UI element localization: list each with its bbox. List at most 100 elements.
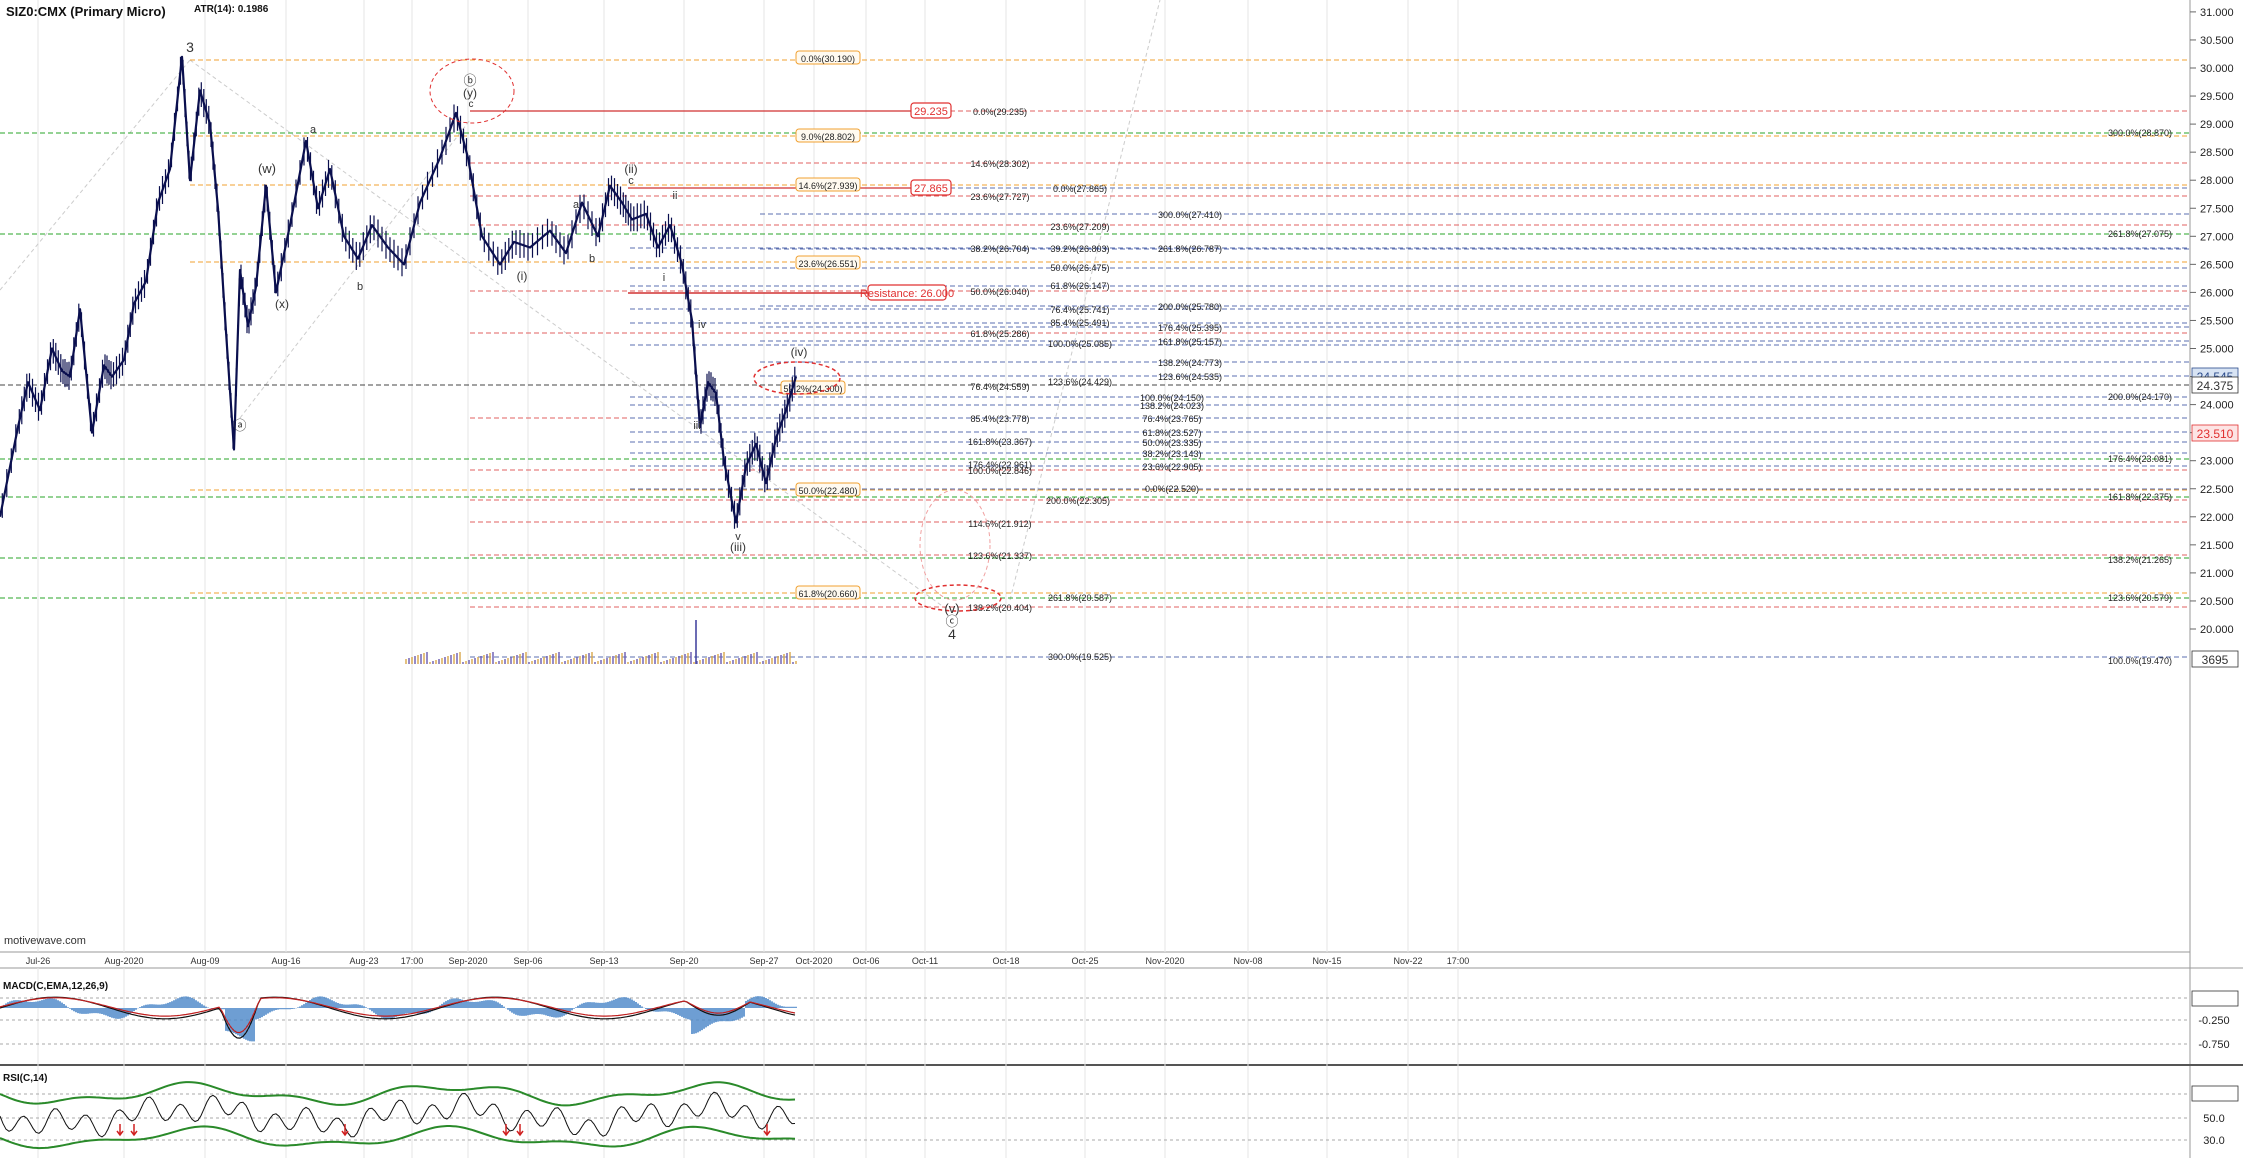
fib-label: 138.2%(24.023) bbox=[1140, 401, 1204, 411]
volume-bar bbox=[702, 659, 704, 664]
rsi-tick-label: 30.0 bbox=[2203, 1135, 2224, 1147]
volume-bar bbox=[498, 661, 500, 664]
volume-bar bbox=[795, 661, 797, 664]
chart-canvas[interactable]: 0.0%(30.190) 9.0%(28.802) 14.6%(27.939) 23.… bbox=[0, 0, 2243, 1158]
volume-bar bbox=[576, 657, 578, 664]
volume-bar bbox=[513, 656, 515, 664]
x-tick-label: Nov-2020 bbox=[1145, 956, 1184, 966]
x-tick-label: Sep-27 bbox=[749, 956, 778, 966]
atr-label: ATR(14): 0.1986 bbox=[194, 4, 269, 15]
y-tick-label: 21.000 bbox=[2200, 568, 2234, 580]
volume-bar bbox=[486, 654, 488, 664]
fib-label: 176.4%(23.081) bbox=[2108, 454, 2172, 464]
fib-label: 114.6%(21.912) bbox=[968, 519, 1031, 529]
volume-bar bbox=[456, 653, 458, 664]
fib-label: 50.0%(26.040) bbox=[970, 287, 1029, 297]
y-tick-label: 29.000 bbox=[2200, 119, 2234, 131]
wave-label: ii bbox=[673, 190, 678, 202]
y-tick-label: 25.500 bbox=[2200, 315, 2234, 327]
wave-label: (w) bbox=[258, 161, 276, 176]
fib-label: 0.0%(22.520) bbox=[1145, 484, 1199, 494]
y-tick-label: 31.000 bbox=[2200, 7, 2234, 19]
volume-bar bbox=[453, 654, 455, 664]
wave-label: (y) bbox=[463, 86, 477, 100]
watermark: motivewave.com bbox=[4, 935, 86, 947]
wave-label: i bbox=[663, 272, 665, 284]
y-tick-label: 23.000 bbox=[2200, 456, 2234, 468]
chart-title: SIZ0:CMX (Primary Micro) bbox=[6, 4, 166, 19]
x-tick-label: Oct-11 bbox=[912, 956, 938, 966]
volume-bar bbox=[639, 658, 641, 664]
price-tag-label: 3695 bbox=[2202, 653, 2229, 667]
volume-bar bbox=[792, 662, 794, 664]
volume-bar bbox=[687, 653, 689, 664]
volume-bar bbox=[549, 655, 551, 664]
volume-bar bbox=[684, 654, 686, 664]
x-tick-label: Aug-16 bbox=[271, 956, 300, 966]
fib-label: 176.4%(25.395) bbox=[1158, 323, 1222, 333]
macd-tick-label: -0.250 bbox=[2198, 1015, 2229, 1027]
fib-label: 200.0%(25.780) bbox=[1158, 302, 1222, 312]
fib-label: 123.6%(20.579) bbox=[2108, 593, 2172, 603]
volume-bar bbox=[657, 652, 659, 664]
volume-bar bbox=[780, 655, 782, 664]
fib-label: 300.0%(27.410) bbox=[1158, 210, 1222, 220]
wave-label: a bbox=[310, 124, 317, 136]
volume-bar bbox=[462, 662, 464, 664]
volume-bar bbox=[759, 662, 761, 664]
fib-label: 261.8%(26.787) bbox=[1158, 244, 1222, 254]
rsi-title: RSI(C,14) bbox=[3, 1073, 47, 1084]
volume-bar bbox=[564, 661, 566, 664]
macd-tick-label: -0.750 bbox=[2198, 1039, 2229, 1051]
volume-bar bbox=[423, 653, 425, 664]
rsi-value-tag bbox=[2191, 1085, 2239, 1102]
volume-bar bbox=[585, 654, 587, 664]
volume-bar bbox=[726, 662, 728, 664]
volume-bar bbox=[618, 654, 620, 664]
fib-label: 39.2%(26.803) bbox=[1050, 244, 1109, 254]
volume-bar bbox=[450, 655, 452, 664]
fib-label: 61.8%(25.286) bbox=[970, 329, 1029, 339]
wave-label: iv bbox=[698, 319, 706, 331]
volume-bar bbox=[465, 661, 467, 664]
volume-bar bbox=[546, 656, 548, 664]
volume-bar bbox=[621, 653, 623, 664]
fib-label: 85.4%(23.778) bbox=[970, 414, 1029, 424]
fib-label: 138.2%(20.404) bbox=[968, 603, 1032, 613]
fib-label: 261.8%(20.587) bbox=[1048, 593, 1112, 603]
wave-label: 3 bbox=[186, 39, 194, 55]
volume-bar bbox=[765, 660, 767, 664]
volume-bar bbox=[708, 657, 710, 664]
fib-label: 100.0%(22.846) bbox=[968, 466, 1032, 476]
y-tick-label: 28.500 bbox=[2200, 147, 2234, 159]
volume-bar bbox=[531, 661, 533, 664]
y-tick-label: 30.000 bbox=[2200, 63, 2234, 75]
price-badge-label: Resistance: 26.000 bbox=[860, 288, 954, 300]
volume-bar bbox=[747, 655, 749, 664]
volume-bar bbox=[705, 658, 707, 664]
volume-bar bbox=[480, 656, 482, 664]
volume-bar bbox=[414, 656, 416, 664]
fib-label: 138.2%(24.773) bbox=[1158, 358, 1222, 368]
volume-bar bbox=[723, 652, 725, 664]
x-tick-label: Sep-06 bbox=[513, 956, 542, 966]
volume-bar bbox=[645, 656, 647, 664]
wave-label: (i) bbox=[517, 269, 528, 283]
volume-bar bbox=[624, 652, 626, 664]
volume-bar bbox=[516, 655, 518, 664]
x-tick-label: Jul-26 bbox=[26, 956, 51, 966]
x-tick-label: Oct-2020 bbox=[795, 956, 832, 966]
wave-label: ⓐ bbox=[233, 418, 246, 433]
volume-bar bbox=[717, 654, 719, 664]
y-tick-label: 20.500 bbox=[2200, 596, 2234, 608]
volume-bar bbox=[615, 655, 617, 664]
fib-label: 0.0%(27.865) bbox=[1053, 184, 1107, 194]
volume-bar bbox=[534, 660, 536, 664]
volume-bar bbox=[459, 652, 461, 664]
volume-bar bbox=[579, 656, 581, 664]
volume-bar bbox=[411, 657, 413, 664]
wave-label: b bbox=[357, 281, 363, 293]
y-tick-label: 27.000 bbox=[2200, 231, 2234, 243]
volume-bar bbox=[720, 653, 722, 664]
x-tick-label: Oct-06 bbox=[852, 956, 879, 966]
